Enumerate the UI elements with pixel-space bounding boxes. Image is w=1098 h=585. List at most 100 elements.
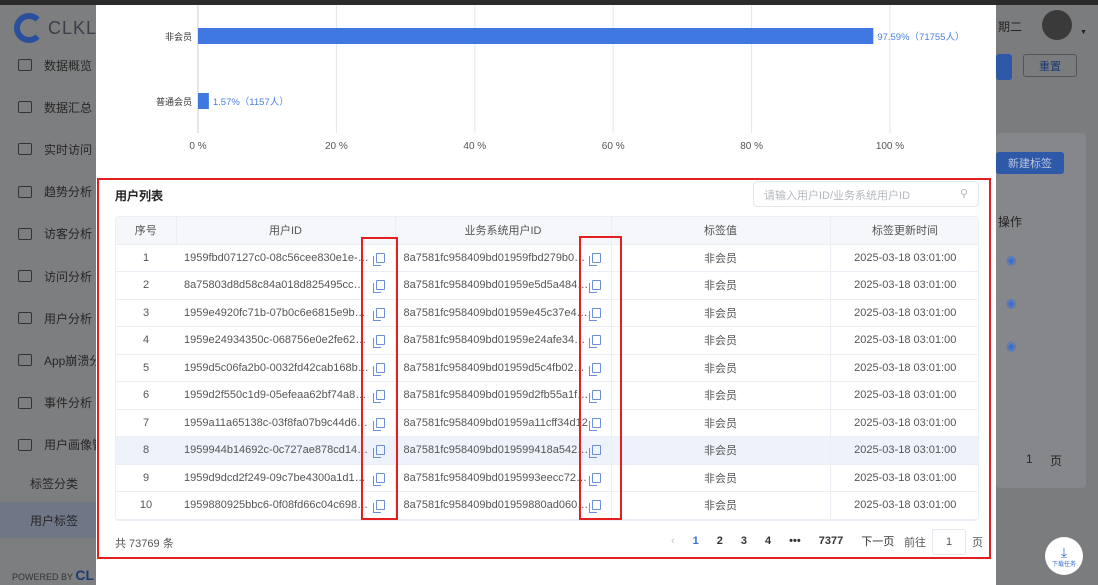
goto-page-value[interactable]: 1 bbox=[1026, 452, 1033, 466]
user-id: 1959880925bbc6-0f08fd66c04c698-1... bbox=[184, 499, 369, 512]
reset-button[interactable]: 重置 bbox=[1023, 54, 1077, 77]
page-button[interactable]: 7377 bbox=[819, 535, 843, 547]
copy-icon[interactable] bbox=[588, 445, 601, 459]
view-icon[interactable]: ◉ bbox=[1006, 339, 1016, 353]
table-row[interactable]: 4 1959e24934350c-068756e0e2fe628-... 8a758… bbox=[116, 326, 978, 355]
table-row[interactable]: 3 1959e4920fc71b-07b0c6e6815e9b-6... 8a758… bbox=[116, 299, 978, 327]
sidebar-item[interactable]: 数据汇总 bbox=[0, 92, 96, 122]
table-row[interactable]: 8 1959944b14692c-0c727ae878cd148-... 8a758… bbox=[116, 436, 978, 465]
powered-brand: CL bbox=[75, 567, 95, 583]
summary-icon bbox=[18, 101, 32, 114]
table-row[interactable]: 1 1959fbd07127c0-08c56cee830e1e-6... 8a758… bbox=[116, 244, 978, 272]
sidebar-item[interactable]: 用户分析 bbox=[0, 303, 96, 333]
table-row[interactable]: 2 8a75803d8d58c84a018d825495cc38... 8a7581… bbox=[116, 271, 978, 300]
chevron-down-icon[interactable]: ▼ bbox=[1080, 29, 1087, 36]
column-header: 序号 bbox=[116, 217, 177, 245]
copy-icon[interactable] bbox=[372, 307, 385, 321]
bar[interactable] bbox=[198, 28, 874, 44]
sidebar-item-label: 访问分析 bbox=[44, 269, 93, 284]
copy-icon[interactable] bbox=[588, 280, 601, 294]
copy-icon[interactable] bbox=[588, 252, 601, 266]
copy-icon[interactable] bbox=[372, 472, 385, 486]
copy-icon[interactable] bbox=[372, 445, 385, 459]
user-tag-detail-modal: 0 % 20 % 40 % 60 % 80 % 100 % 非会员 97.59%（71755人… bbox=[96, 5, 996, 585]
page-button[interactable]: 3 bbox=[741, 535, 747, 547]
sidebar: CLKLO 数据概览 数据汇总 实时访问 趋势分析 访客分析 访问分析 用户分析 App崩溃分… bbox=[0, 5, 111, 585]
id-wrap: 8a7581fc958409bd01959a11cff34d12 bbox=[403, 416, 611, 431]
page-button[interactable]: 4 bbox=[765, 535, 771, 547]
column-header: 标签更新时间 bbox=[830, 217, 978, 245]
copy-icon[interactable] bbox=[372, 252, 385, 266]
sidebar-item[interactable]: 数据概览 bbox=[0, 50, 96, 80]
operation-header: 操作 bbox=[998, 215, 1023, 229]
user-id-cell: 1959d2f550c1d9-05efeaa62bf74a8-2... bbox=[176, 381, 396, 410]
table-row[interactable]: 7 1959a11a65138c-03f8fa07b9c44d6-8... 8a75… bbox=[116, 409, 978, 437]
business-user-id: 8a7581fc958409bd01959d5c4fb025ce bbox=[403, 361, 589, 374]
avatar[interactable] bbox=[1042, 10, 1072, 40]
page-button[interactable]: 1 bbox=[693, 535, 699, 547]
sidebar-subitem[interactable]: 用户标签 bbox=[0, 502, 96, 538]
id-wrap: 8a7581fc958409bd01959e45c37e4967 bbox=[404, 307, 611, 321]
copy-icon[interactable] bbox=[588, 417, 601, 431]
background-page-right: 期二 ▼ 重置 新建标签 操作 ◉ ◉ ◉ 1 页 bbox=[996, 5, 1098, 585]
business-user-id: 8a7581fc958409bd0195993eecc72dac bbox=[403, 471, 589, 484]
sidebar-item[interactable]: App崩溃分析 bbox=[0, 345, 96, 375]
user-search-input[interactable]: 请输入用户ID/业务系统用户ID ⚲ bbox=[753, 181, 979, 207]
new-tag-button[interactable]: 新建标签 bbox=[996, 152, 1064, 174]
copy-icon[interactable] bbox=[588, 335, 601, 349]
copy-icon[interactable] bbox=[588, 390, 601, 404]
business-user-id: 8a7581fc958409bd01959a11cff34d12 bbox=[403, 416, 588, 429]
copy-icon[interactable] bbox=[588, 362, 601, 376]
sidebar-item[interactable]: 用户画像管理 bbox=[0, 430, 96, 460]
copy-icon[interactable] bbox=[588, 500, 601, 514]
copy-icon[interactable] bbox=[372, 390, 385, 404]
table-row[interactable]: 6 1959d2f550c1d9-05efeaa62bf74a8-2... 8a75… bbox=[116, 381, 978, 410]
user-id-cell: 1959e4920fc71b-07b0c6e6815e9b-6... bbox=[176, 299, 396, 327]
goto-suffix: 页 bbox=[972, 537, 983, 549]
id-wrap: 8a7581fc958409bd01959880ad060946 bbox=[404, 499, 611, 514]
page-button[interactable]: 2 bbox=[717, 535, 723, 547]
row-number: 3 bbox=[116, 299, 176, 327]
bar[interactable] bbox=[198, 93, 209, 109]
page-button[interactable]: ••• bbox=[789, 535, 801, 547]
sidebar-item[interactable]: 趋势分析 bbox=[0, 177, 96, 207]
tag-value: 非会员 bbox=[611, 409, 831, 437]
copy-icon[interactable] bbox=[372, 362, 385, 376]
sidebar-item[interactable]: 访问分析 bbox=[0, 261, 96, 291]
id-wrap: 1959fbd07127c0-08c56cee830e1e-6... bbox=[184, 252, 394, 266]
powered-by: POWERED BY CL bbox=[12, 567, 94, 583]
view-icon[interactable]: ◉ bbox=[1006, 253, 1016, 267]
sidebar-item[interactable]: 实时访问 bbox=[0, 134, 96, 164]
x-tick-label: 100 % bbox=[876, 141, 904, 152]
goto-prefix: 前往 bbox=[904, 537, 926, 549]
sidebar-subitem-label: 标签分类 bbox=[30, 476, 79, 491]
goto-page-input[interactable]: 1 bbox=[932, 529, 966, 555]
business-user-id-cell: 8a7581fc958409bd01959d2fb55a1f0b bbox=[395, 381, 612, 410]
copy-icon[interactable] bbox=[372, 417, 385, 431]
user-id-cell: 8a75803d8d58c84a018d825495cc38... bbox=[176, 271, 396, 300]
copy-icon[interactable] bbox=[588, 307, 601, 321]
table-row[interactable]: 10 1959880925bbc6-0f08fd66c04c698-1... 8a7… bbox=[116, 491, 978, 520]
table-row[interactable]: 9 1959d9dcd2f249-09c7be4300a1d1-7... 8a758… bbox=[116, 464, 978, 492]
download-task-button[interactable]: ⤓ 下载任务 bbox=[1045, 537, 1083, 575]
sidebar-item[interactable]: 事件分析 bbox=[0, 388, 96, 418]
copy-icon[interactable] bbox=[372, 280, 385, 294]
bar-data-label: 97.59%（71755人） bbox=[877, 31, 964, 43]
new-tag-label: 新建标签 bbox=[1008, 158, 1052, 170]
view-icon[interactable]: ◉ bbox=[1006, 296, 1016, 310]
sidebar-item[interactable]: 访客分析 bbox=[0, 219, 96, 249]
copy-icon[interactable] bbox=[372, 500, 385, 514]
search-button-bg[interactable] bbox=[996, 54, 1012, 80]
tag-value: 非会员 bbox=[611, 271, 831, 300]
sidebar-subitem[interactable]: 标签分类 bbox=[0, 465, 96, 501]
copy-icon[interactable] bbox=[372, 335, 385, 349]
search-icon[interactable]: ⚲ bbox=[960, 187, 968, 201]
id-wrap: 1959944b14692c-0c727ae878cd148-... bbox=[184, 444, 394, 459]
business-user-id-cell: 8a7581fc958409bd01959e5d5a484da4 bbox=[395, 271, 612, 300]
copy-icon[interactable] bbox=[588, 472, 601, 486]
column-header: 标签值 bbox=[611, 217, 831, 245]
prev-page-button[interactable]: ‹ bbox=[671, 535, 675, 547]
table-row[interactable]: 5 1959d5c06fa2b0-0032fd42cab168b8-... 8a75… bbox=[116, 354, 978, 382]
goto-suffix: 页 bbox=[1050, 454, 1063, 468]
next-page-button[interactable]: 下一页 bbox=[861, 533, 894, 549]
